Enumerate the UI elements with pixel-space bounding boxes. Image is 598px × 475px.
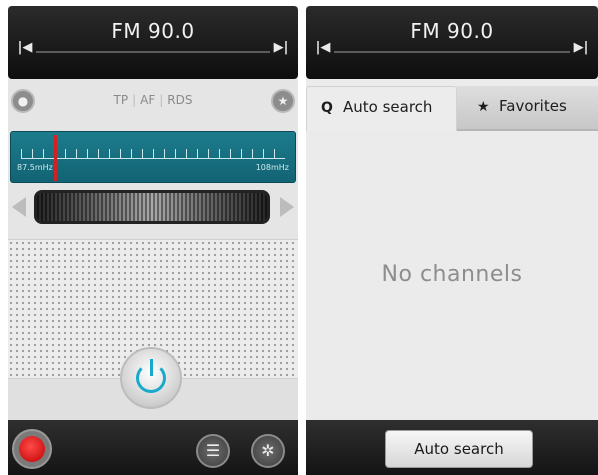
frequency-divider [334,51,570,53]
frequency-label: FM 90.0 [410,19,494,43]
dial-min-label: 87.5mHz [17,163,53,172]
skip-next-icon[interactable]: ▶| [572,39,590,57]
list-icon[interactable]: ☰ [196,434,230,468]
dial-max-label: 108mHz [255,163,289,172]
skip-next-icon[interactable]: ▶| [272,39,290,57]
tuning-wheel[interactable] [34,190,270,224]
power-button[interactable] [120,347,182,409]
rds-status: TP | AF | RDS [8,93,298,107]
power-icon-stem [150,359,153,376]
search-icon: Q [321,100,333,116]
rds-label: RDS [167,93,193,107]
gear-icon[interactable]: ✲ [251,434,285,468]
status-separator: | [132,93,137,107]
frequency-divider [36,51,270,53]
frequency-label: FM 90.0 [111,19,195,43]
auto-search-button[interactable]: Auto search [385,430,533,468]
tune-right-arrow-icon[interactable] [280,197,294,217]
af-label: AF [140,93,156,107]
star-circle-icon[interactable]: ★ [271,89,295,113]
star-icon: ★ [477,99,490,115]
frequency-dial[interactable]: 87.5mHz 108mHz [10,131,296,183]
frequency-display: |◀ FM 90.0 ▶| [8,6,298,79]
frequency-display: |◀ FM 90.0 ▶| [306,6,598,79]
channel-tabs: Q Auto search ★ Favorites [306,86,598,131]
tab-auto-search[interactable]: Q Auto search [306,86,457,131]
tab-favorites[interactable]: ★ Favorites [457,86,598,131]
bottom-toolbar: ☰ ✲ [8,420,298,475]
record-button[interactable] [12,429,52,469]
tab-label: Auto search [343,98,433,116]
bottom-toolbar: Auto search [306,420,598,475]
status-row: ● TP | AF | RDS ★ [8,86,298,116]
dial-needle[interactable] [54,135,57,181]
channel-list-panel: |◀ FM 90.0 ▶| Q Auto search ★ Favorites No… [306,6,598,475]
empty-state-message: No channels [381,262,523,287]
dial-scale [21,149,285,159]
radio-player-panel: |◀ FM 90.0 ▶| ● TP | AF | RDS ★ 87.5mHz 108m… [8,6,298,475]
tab-label: Favorites [499,97,567,115]
tp-label: TP [113,93,129,107]
tune-left-arrow-icon[interactable] [12,197,26,217]
tuning-wheel-row [8,189,298,225]
